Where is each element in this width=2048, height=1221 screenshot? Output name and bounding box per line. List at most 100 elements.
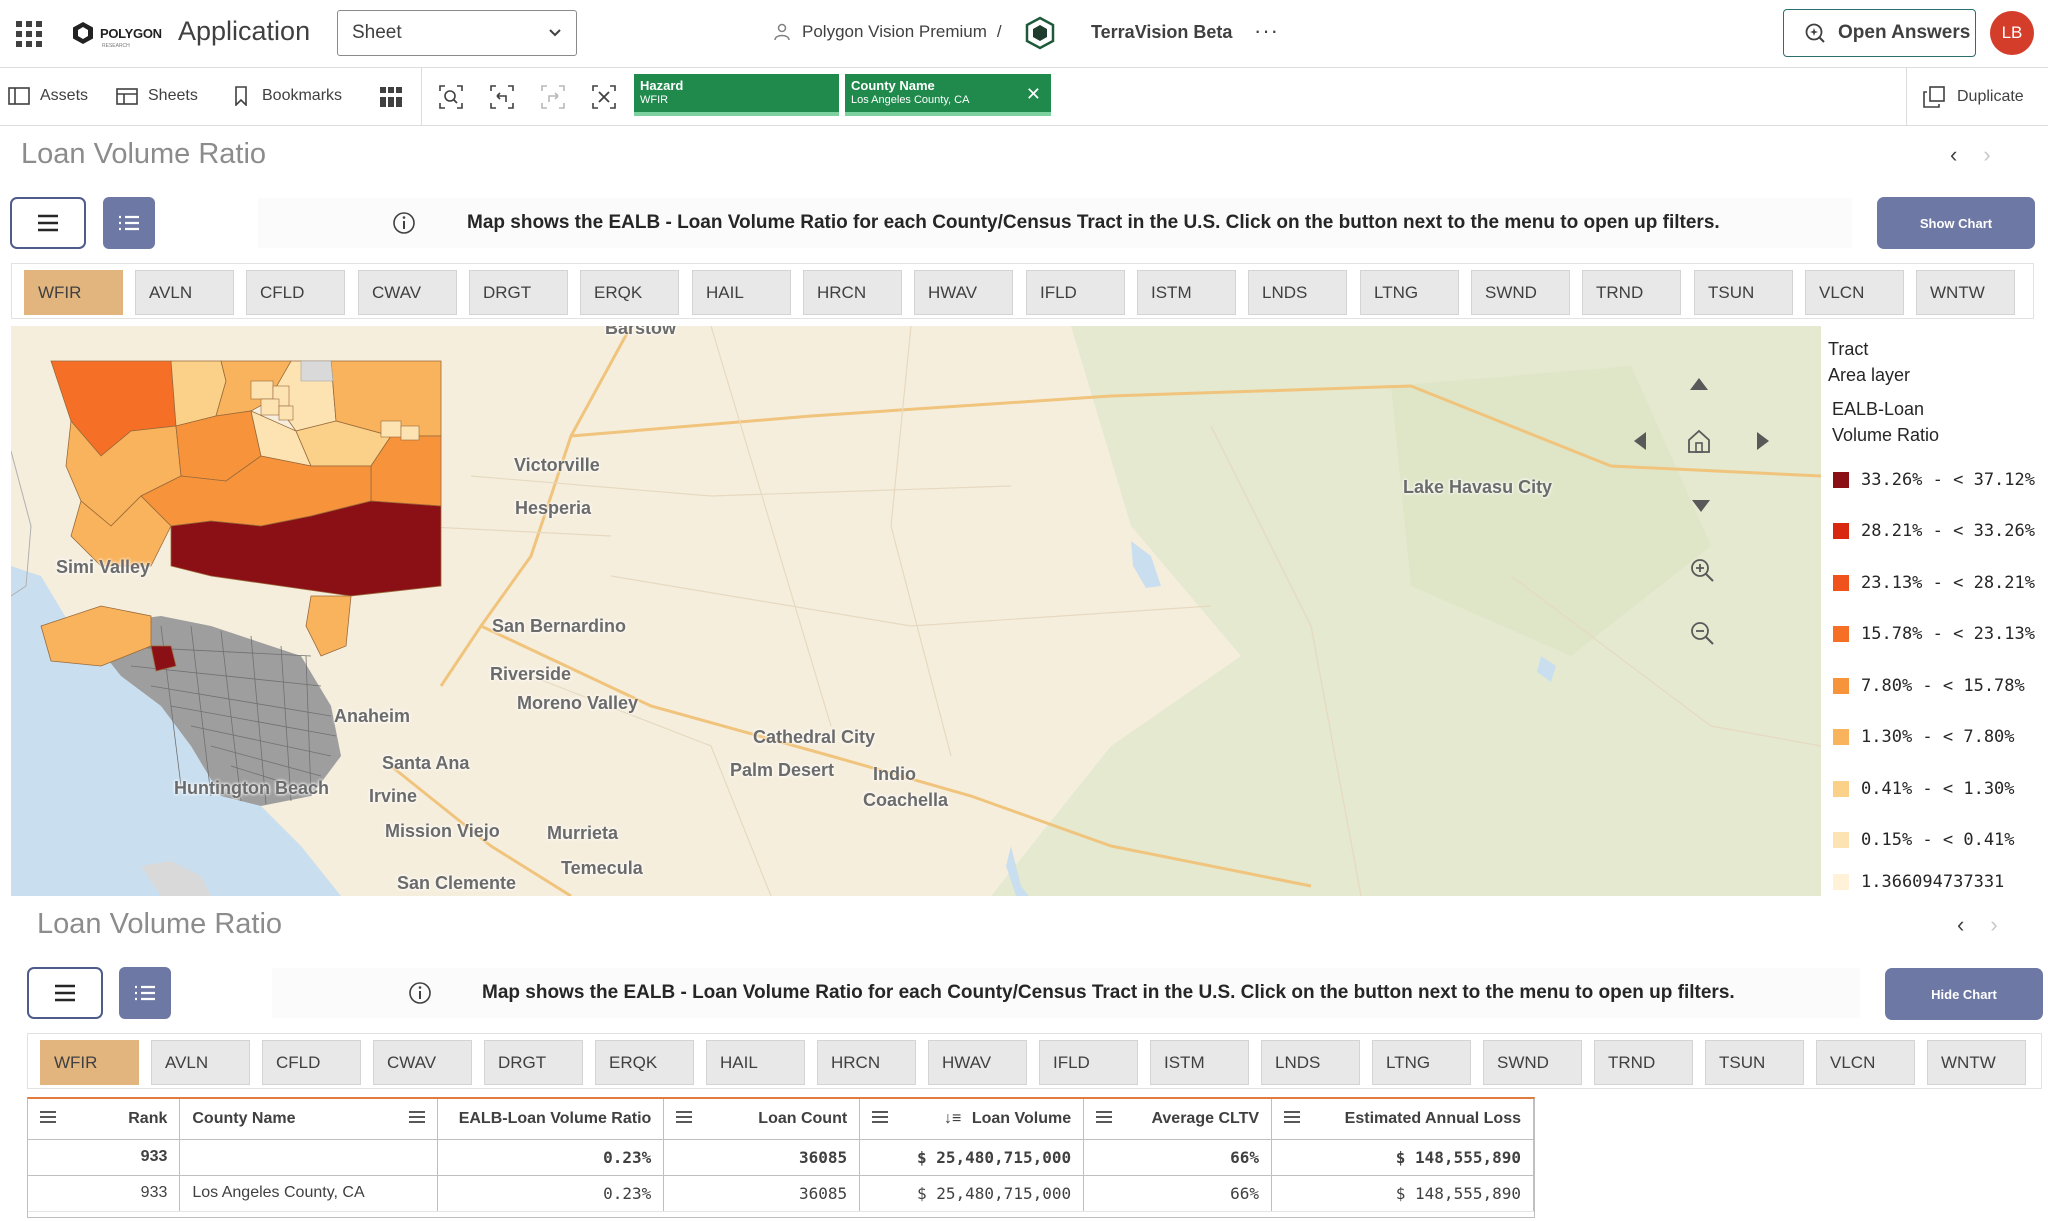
step-back-icon[interactable] <box>489 84 515 110</box>
hazard-button-wfir[interactable]: WFIR <box>24 270 123 315</box>
hazard-button-tsun[interactable]: TSUN <box>1694 270 1793 315</box>
pan-right-icon[interactable] <box>1748 426 1778 456</box>
table-row[interactable]: 933 Los Angeles County, CA 0.23% 36085 $… <box>28 1175 1534 1212</box>
previous-sheet-icon[interactable]: ‹ <box>1950 142 1957 168</box>
hazard-button-avln[interactable]: AVLN <box>151 1040 250 1085</box>
close-icon[interactable]: ✕ <box>1026 84 1041 105</box>
legend-item[interactable]: 1.366094737331 <box>1833 872 2004 892</box>
legend-item[interactable]: 0.41% - < 1.30% <box>1833 779 2015 799</box>
map-view[interactable]: Barstow Victorville Hesperia Lake Havasu… <box>11 326 1821 896</box>
open-answers-button[interactable]: Open Answers <box>1783 9 1976 57</box>
hazard-button-swnd[interactable]: SWND <box>1483 1040 1582 1085</box>
sheet-select[interactable]: Sheet <box>337 10 577 56</box>
app-launcher-icon[interactable] <box>16 21 42 47</box>
hazard-button-cwav[interactable]: CWAV <box>373 1040 472 1085</box>
info-icon[interactable] <box>392 211 416 235</box>
hazard-button-cwav[interactable]: CWAV <box>358 270 457 315</box>
legend-item[interactable]: 15.78% - < 23.13% <box>1833 624 2035 644</box>
hazard-button-vlcn[interactable]: VLCN <box>1816 1040 1915 1085</box>
show-chart-button[interactable]: Show Chart <box>1877 197 2035 249</box>
column-header-county-name[interactable]: County Name <box>179 1099 439 1140</box>
filter-chip-hazard[interactable]: Hazard WFIR <box>634 74 839 116</box>
hazard-button-tsun[interactable]: TSUN <box>1705 1040 1804 1085</box>
step-forward-icon[interactable] <box>540 84 566 110</box>
next-sheet-icon[interactable]: › <box>1983 142 1990 168</box>
hazard-button-hrcn[interactable]: HRCN <box>817 1040 916 1085</box>
legend-item[interactable]: 23.13% - < 28.21% <box>1833 573 2035 593</box>
hazard-button-avln[interactable]: AVLN <box>135 270 234 315</box>
column-menu-icon[interactable] <box>676 1110 693 1128</box>
legend-item[interactable]: 1.30% - < 7.80% <box>1833 727 2015 747</box>
hazard-button-trnd[interactable]: TRND <box>1582 270 1681 315</box>
home-icon[interactable] <box>1684 426 1714 456</box>
column-header-loan-count[interactable]: Loan Count <box>663 1099 861 1140</box>
column-header-estimated-annual-loss[interactable]: Estimated Annual Loss <box>1271 1099 1534 1140</box>
hide-chart-button[interactable]: Hide Chart <box>1885 968 2043 1020</box>
hazard-button-hwav[interactable]: HWAV <box>928 1040 1027 1085</box>
more-options-button[interactable]: ··· <box>1254 18 1279 44</box>
filters-button[interactable] <box>103 197 155 249</box>
info-icon[interactable] <box>408 981 432 1005</box>
column-header-ealb-ratio[interactable]: EALB-Loan Volume Ratio <box>437 1099 665 1140</box>
hazard-button-erqk[interactable]: ERQK <box>595 1040 694 1085</box>
dashboard-grid-icon[interactable] <box>378 84 404 110</box>
hazard-button-swnd[interactable]: SWND <box>1471 270 1570 315</box>
hazard-button-lnds[interactable]: LNDS <box>1248 270 1347 315</box>
hazard-button-hrcn[interactable]: HRCN <box>803 270 902 315</box>
hazard-button-vlcn[interactable]: VLCN <box>1805 270 1904 315</box>
hazard-button-drgt[interactable]: DRGT <box>469 270 568 315</box>
duplicate-button[interactable]: Duplicate <box>1906 68 2048 126</box>
column-menu-icon[interactable] <box>1096 1110 1113 1128</box>
menu-button[interactable] <box>10 197 86 249</box>
bookmarks-button[interactable]: Bookmarks <box>230 86 342 106</box>
hazard-button-lnds[interactable]: LNDS <box>1261 1040 1360 1085</box>
column-menu-icon[interactable] <box>872 1110 889 1128</box>
hazard-button-hail[interactable]: HAIL <box>706 1040 805 1085</box>
clear-selections-icon[interactable] <box>591 84 617 110</box>
filters-button[interactable] <box>119 967 171 1019</box>
next-sheet-icon[interactable]: › <box>1990 912 1997 938</box>
pan-down-icon[interactable] <box>1686 491 1716 521</box>
previous-sheet-icon[interactable]: ‹ <box>1957 912 1964 938</box>
hazard-button-ltng[interactable]: LTNG <box>1372 1040 1471 1085</box>
pan-left-icon[interactable] <box>1625 426 1655 456</box>
column-menu-icon[interactable] <box>1284 1110 1301 1128</box>
filter-chip-county[interactable]: County Name Los Angeles County, CA ✕ <box>845 74 1051 116</box>
column-header-loan-volume[interactable]: ↓≡ Loan Volume <box>859 1099 1085 1140</box>
hazard-button-wntw[interactable]: WNTW <box>1916 270 2015 315</box>
column-menu-icon[interactable] <box>40 1110 56 1128</box>
hazard-button-erqk[interactable]: ERQK <box>580 270 679 315</box>
table-cell[interactable]: Los Angeles County, CA <box>179 1175 439 1212</box>
hazard-button-istm[interactable]: ISTM <box>1137 270 1236 315</box>
legend-item[interactable]: 0.15% - < 0.41% <box>1833 830 2015 850</box>
pan-up-icon[interactable] <box>1684 369 1714 399</box>
sheets-button[interactable]: Sheets <box>116 86 198 106</box>
column-menu-icon[interactable] <box>409 1110 426 1128</box>
menu-button[interactable] <box>27 967 103 1019</box>
sort-descending-icon[interactable]: ↓≡ <box>944 1110 961 1127</box>
hazard-button-cfld[interactable]: CFLD <box>246 270 345 315</box>
hazard-button-istm[interactable]: ISTM <box>1150 1040 1249 1085</box>
hazard-button-drgt[interactable]: DRGT <box>484 1040 583 1085</box>
avatar[interactable]: LB <box>1990 11 2034 55</box>
zoom-in-icon[interactable] <box>1687 555 1717 585</box>
column-header-rank[interactable]: Rank <box>28 1099 181 1140</box>
column-header-average-cltv[interactable]: Average CLTV <box>1083 1099 1273 1140</box>
hazard-button-ltng[interactable]: LTNG <box>1360 270 1459 315</box>
zoom-out-icon[interactable] <box>1687 618 1717 648</box>
hazard-button-ifld[interactable]: IFLD <box>1026 270 1125 315</box>
hazard-button-hwav[interactable]: HWAV <box>914 270 1013 315</box>
hazard-button-ifld[interactable]: IFLD <box>1039 1040 1138 1085</box>
assets-button[interactable]: Assets <box>8 86 88 106</box>
breadcrumb-space[interactable]: Polygon Vision Premium <box>802 22 987 42</box>
hazard-button-wntw[interactable]: WNTW <box>1927 1040 2026 1085</box>
legend-item[interactable]: 7.80% - < 15.78% <box>1833 676 2025 696</box>
smart-search-icon[interactable] <box>438 84 464 110</box>
hazard-button-cfld[interactable]: CFLD <box>262 1040 361 1085</box>
polygon-logo[interactable]: POLYGON RESEARCH <box>72 18 162 49</box>
hazard-button-wfir[interactable]: WFIR <box>40 1040 139 1085</box>
hazard-button-trnd[interactable]: TRND <box>1594 1040 1693 1085</box>
hazard-button-hail[interactable]: HAIL <box>692 270 791 315</box>
legend-item[interactable]: 28.21% - < 33.26% <box>1833 521 2035 541</box>
legend-item[interactable]: 33.26% - < 37.12% <box>1833 470 2035 490</box>
